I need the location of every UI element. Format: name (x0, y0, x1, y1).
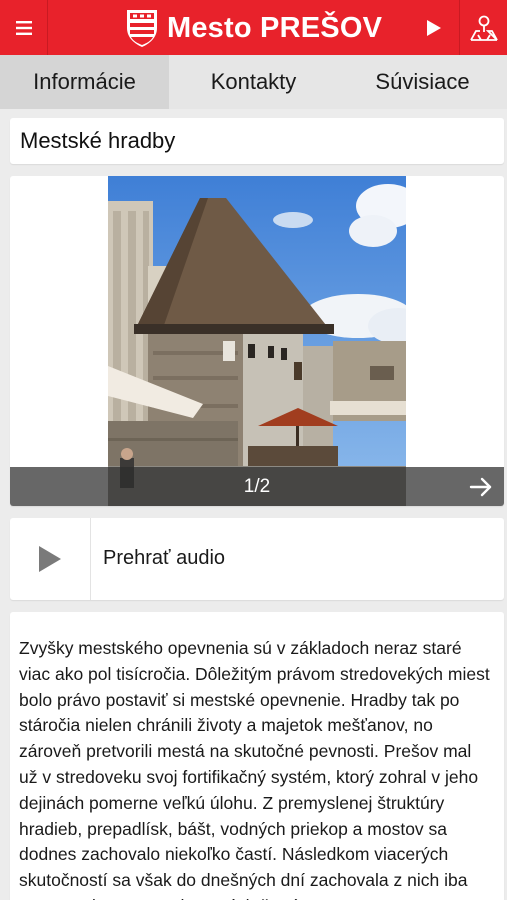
map-pin-icon (469, 15, 498, 41)
play-icon (39, 546, 61, 572)
image-gallery[interactable]: 1/2 (10, 176, 504, 506)
gallery-photo (108, 176, 406, 506)
tab-suvisiace[interactable]: Súvisiace (338, 55, 507, 109)
map-button[interactable] (459, 0, 507, 55)
app-title: Mesto PREŠOV (167, 11, 383, 44)
gallery-bar: 1/2 (10, 467, 504, 506)
description-text: Zvyšky mestského opevnenia sú v základoc… (19, 638, 490, 900)
description-card: Zvyšky mestského opevnenia sú v základoc… (10, 612, 504, 900)
play-icon (427, 19, 441, 36)
arrow-right-icon[interactable] (466, 472, 496, 502)
app-header: Mesto PREŠOV (0, 0, 507, 55)
gallery-counter: 1/2 (243, 475, 271, 497)
city-crest-icon (127, 10, 157, 47)
place-title: Mestské hradby (20, 128, 176, 153)
audio-player-card: Prehrať audio (10, 518, 504, 600)
app-brand: Mesto PREŠOV (125, 8, 382, 48)
tab-bar: Informácie Kontakty Súvisiace (0, 55, 507, 109)
place-title-card: Mestské hradby (10, 118, 504, 164)
audio-play-button[interactable] (10, 518, 91, 600)
header-play-button[interactable] (409, 0, 459, 55)
hamburger-menu-icon (15, 20, 32, 35)
tab-kontakty[interactable]: Kontakty (169, 55, 338, 109)
tab-informacie[interactable]: Informácie (0, 55, 169, 109)
menu-button[interactable] (0, 0, 48, 55)
audio-label[interactable]: Prehrať audio (103, 547, 225, 570)
